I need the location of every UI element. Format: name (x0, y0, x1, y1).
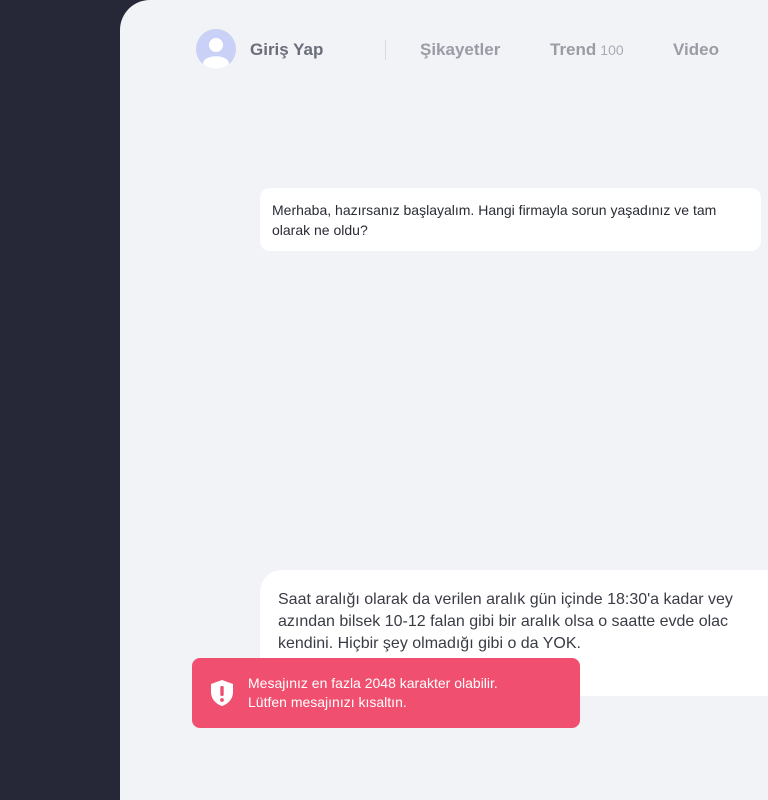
nav-item-label: Trend (550, 40, 597, 59)
user-message-line: Saat aralığı olarak da verilen aralık gü… (278, 591, 733, 608)
toast-message: Mesajınız en fazla 2048 karakter olabili… (248, 674, 498, 712)
user-avatar-icon[interactable] (196, 29, 236, 69)
user-message-line: kendini. Hiçbir şey olmadığı gibi o da Y… (278, 635, 581, 652)
top-nav: Giriş Yap Şikayetler Trend 100 Video (196, 29, 768, 69)
nav-item-label: Video (673, 40, 719, 59)
nav-item-complaints[interactable]: Şikayetler (420, 40, 500, 60)
nav-divider (385, 40, 386, 60)
shield-alert-icon (211, 680, 233, 706)
trend-count: 100 (600, 42, 624, 58)
login-link[interactable]: Giriş Yap (250, 40, 323, 60)
nav-item-video[interactable]: Video (673, 40, 719, 60)
nav-item-label: Şikayetler (420, 40, 501, 59)
bot-message-bubble: Merhaba, hazırsanız başlayalım. Hangi fi… (260, 188, 761, 251)
nav-item-trend[interactable]: Trend 100 (550, 40, 624, 60)
toast-line-1: Mesajınız en fazla 2048 karakter olabili… (248, 675, 498, 691)
bot-message-text: Merhaba, hazırsanız başlayalım. Hangi fi… (272, 202, 717, 238)
user-message-line: azından bilsek 10-12 falan gibi bir aral… (278, 613, 729, 630)
toast-line-2: Lütfen mesajınızı kısaltın. (248, 694, 407, 710)
error-toast: Mesajınız en fazla 2048 karakter olabili… (192, 658, 580, 728)
